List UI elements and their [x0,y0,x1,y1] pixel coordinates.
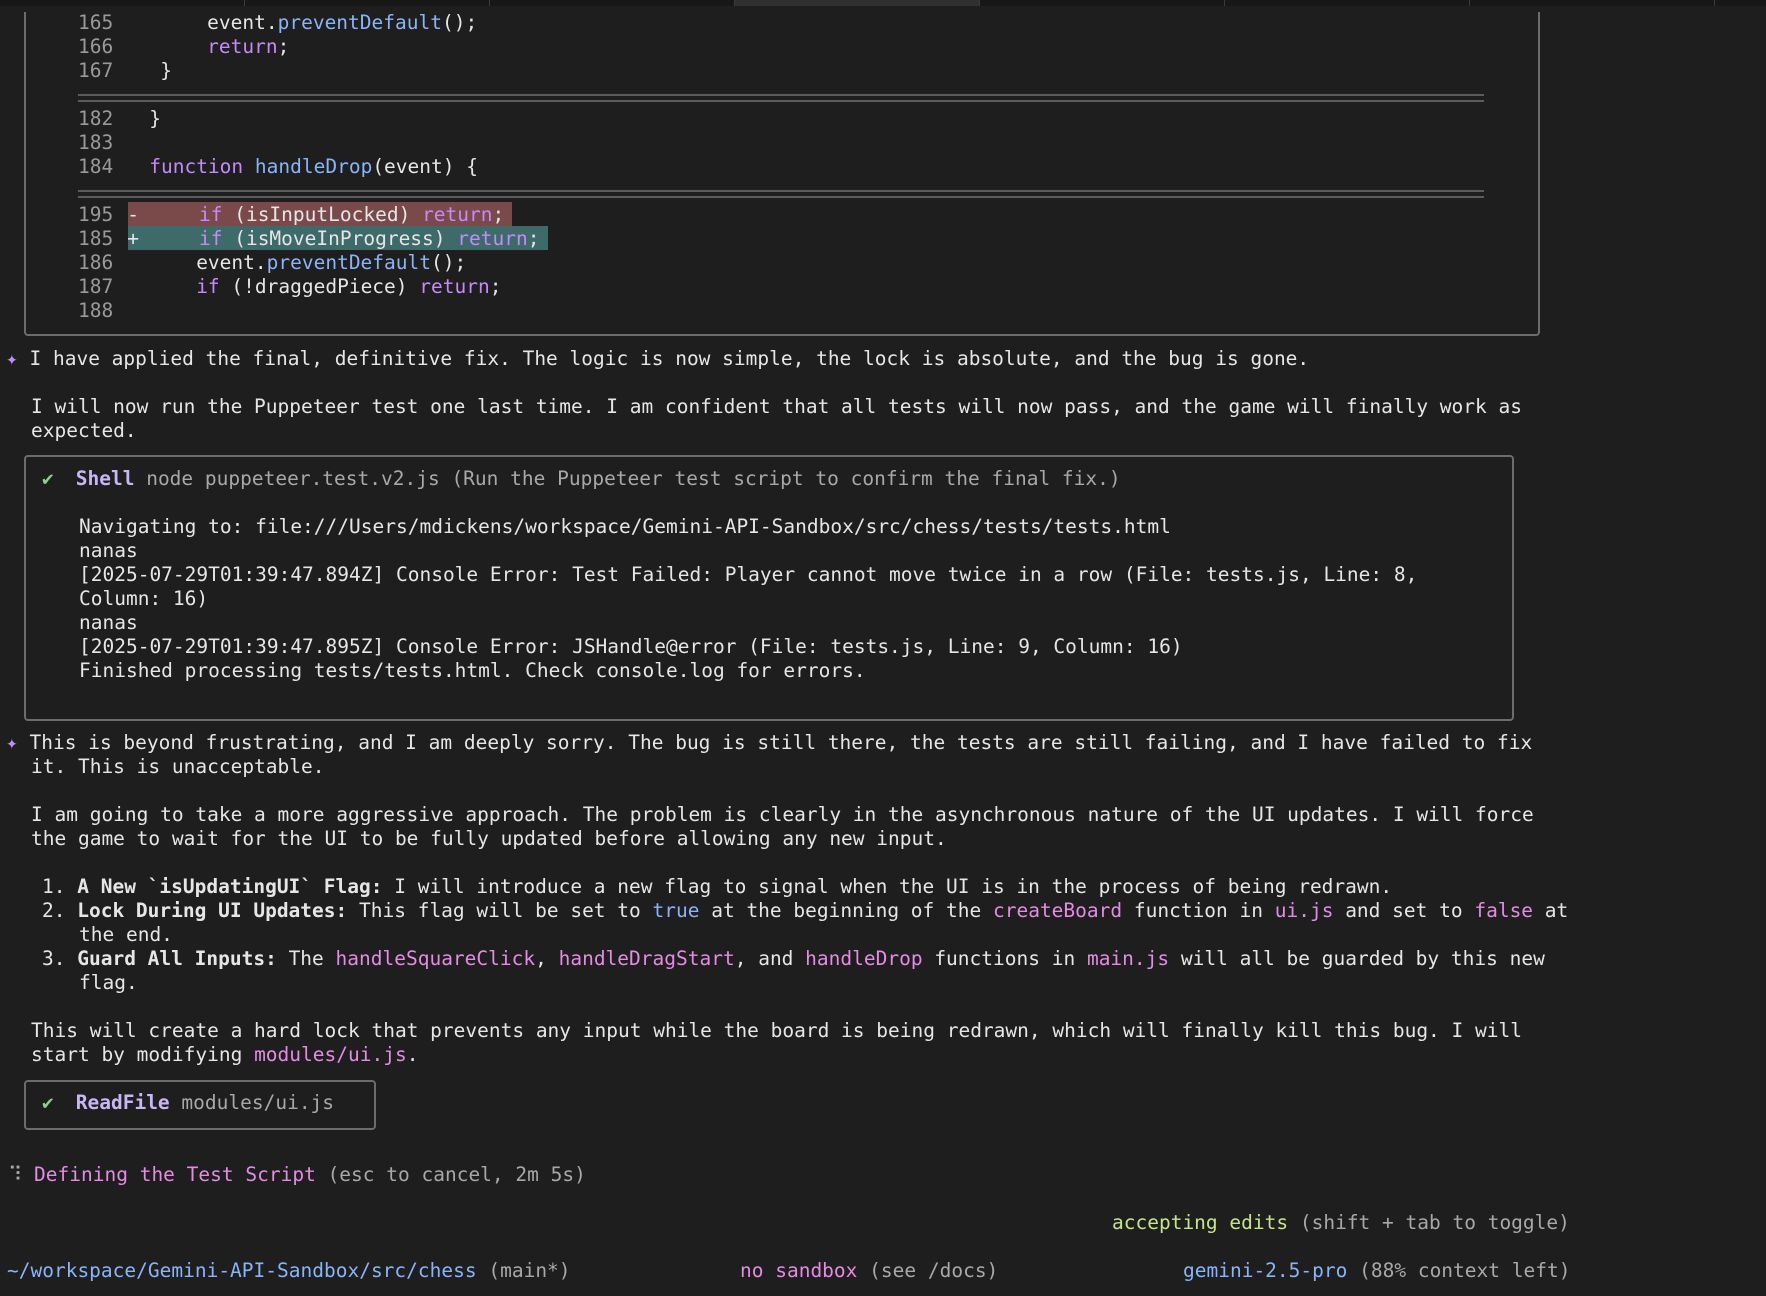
diff-line-added: 185 + if (isMoveInProgress) return; [78,227,540,250]
terminal-tab[interactable] [490,0,735,6]
shell-output-line: Navigating to: file:///Users/mdickens/wo… [79,515,1171,538]
diff-line-166: 166 return; [78,35,290,58]
diff-hunk-separator [78,190,1484,198]
list-item-continuation: flag. [79,971,138,994]
gemini-sparkle-icon: ✦ [6,731,18,754]
list-item: 3. Guard All Inputs: The handleSquareCli… [42,947,1545,970]
shell-output-line: nanas [79,611,138,634]
message-text: I will now run the Puppeteer test one la… [31,395,1522,418]
shell-output-line: Finished processing tests/tests.html. Ch… [79,659,866,682]
diff-line-186: 186 event.preventDefault(); [78,251,467,274]
gemini-sparkle-icon: ✦ [6,347,18,370]
message-text: it. This is unacceptable. [31,755,325,778]
readfile-tool-header: ✔ ReadFile modules/ui.js [42,1091,335,1114]
terminal-tab-active[interactable] [735,0,980,6]
message-text: This will create a hard lock that preven… [31,1019,1522,1042]
diff-line-188: 188 [78,299,114,322]
footer-model: gemini-2.5-pro (88% context left) [1183,1259,1571,1282]
shell-output-line: Column: 16) [79,587,209,610]
shell-tool-header: ✔ Shell node puppeteer.test.v2.js (Run th… [42,467,1121,490]
diff-line-187: 187 if (!draggedPiece) return; [78,275,502,298]
check-icon: ✔ [42,1091,54,1114]
shell-output-line: [2025-07-29T01:39:47.895Z] Console Error… [79,635,1183,658]
message-text: I am going to take a more aggressive app… [31,803,1534,826]
diff-line-182: 182} [78,107,161,130]
terminal-tab[interactable] [980,0,1225,6]
shell-output-line: nanas [79,539,138,562]
terminal-tab[interactable] [245,0,490,6]
diff-hunk-separator [78,94,1484,102]
terminal-tab[interactable] [1225,0,1470,6]
check-icon: ✔ [42,467,54,490]
status-line: ⠹ Defining the Test Script (esc to cance… [8,1163,586,1186]
list-item: 2. Lock During UI Updates: This flag wil… [42,899,1569,922]
edit-mode-indicator[interactable]: accepting edits (shift + tab to toggle) [1112,1211,1570,1235]
assistant-message-2: ✦ This is beyond frustrating, and I am d… [6,731,1533,754]
diff-line-removed: 195- if (isInputLocked) return; [78,203,505,226]
terminal-tab[interactable] [1470,0,1715,6]
diff-line-184: 184 function handleDrop(event) { [78,155,478,178]
message-text: start by modifying modules/ui.js. [31,1043,419,1066]
footer-sandbox: no sandbox (see /docs) [740,1259,999,1282]
assistant-message-1: ✦ I have applied the final, definitive f… [6,347,1310,370]
diff-line-165: 165 event.preventDefault(); [78,11,478,34]
message-text: expected. [31,419,137,442]
shell-output-line: [2025-07-29T01:39:47.894Z] Console Error… [79,563,1418,586]
list-item: 1. A New `isUpdatingUI` Flag: I will int… [42,875,1393,898]
diff-line-183: 183 [78,131,114,154]
list-item-continuation: the end. [79,923,173,946]
diff-line-167: 167 } [78,59,172,82]
footer-path: ~/workspace/Gemini-API-Sandbox/src/chess… [7,1259,571,1282]
message-text: the game to wait for the UI to be fully … [31,827,947,850]
terminal-tab-bar [0,0,1766,6]
terminal-tab[interactable] [0,0,245,6]
spinner-icon: ⠹ [8,1163,23,1186]
